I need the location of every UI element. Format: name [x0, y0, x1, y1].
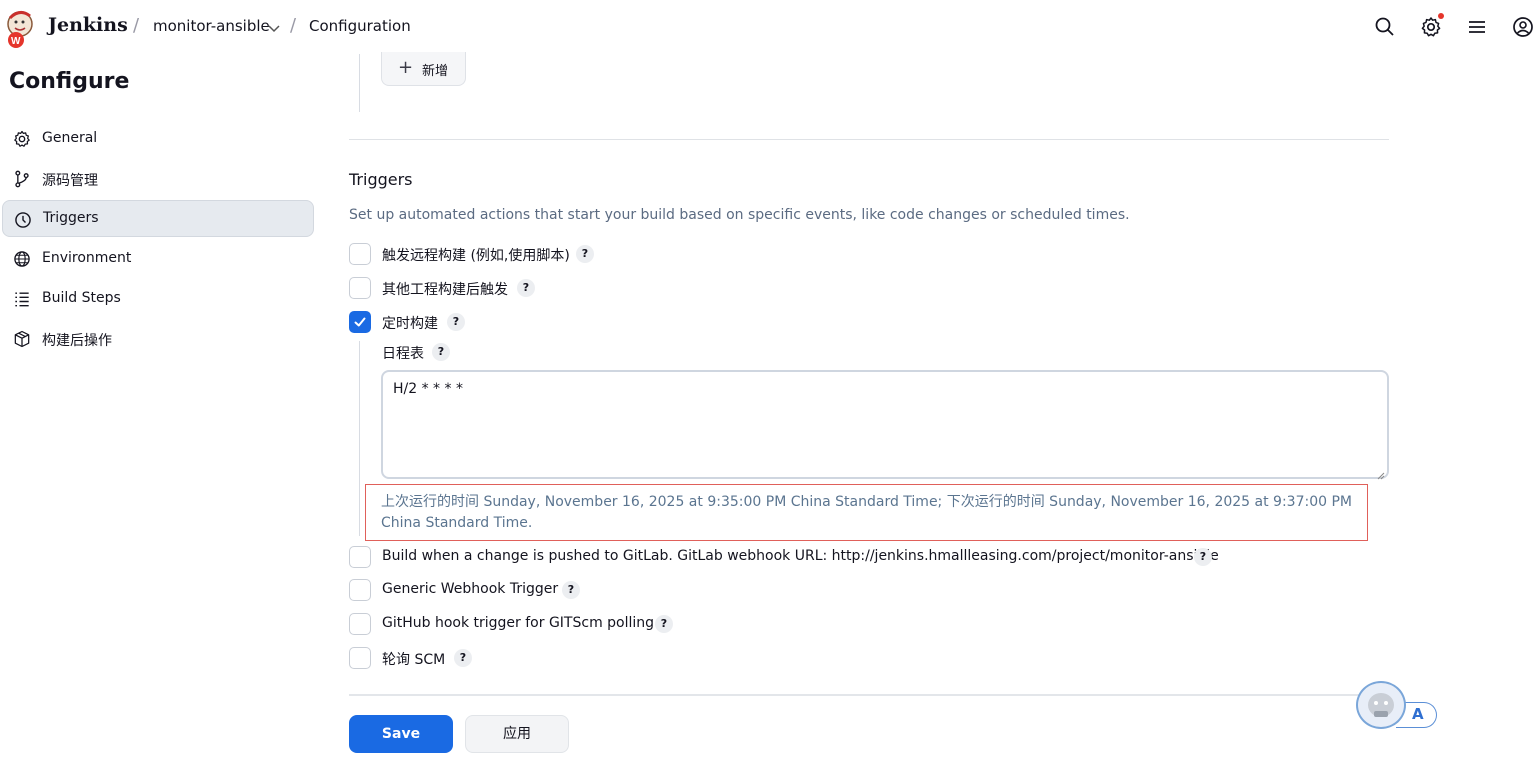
resize-handle-icon[interactable] [1375, 465, 1385, 480]
checkbox-trigger-generic-webhook[interactable] [349, 579, 371, 601]
sidebar-item-build-steps[interactable]: Build Steps [2, 280, 314, 317]
help-icon[interactable]: ? [562, 581, 580, 599]
help-icon[interactable]: ? [454, 649, 472, 667]
help-icon[interactable]: ? [432, 343, 450, 361]
globe-icon [12, 249, 32, 269]
option-label[interactable]: 其他工程构建后触发 [382, 279, 508, 299]
sidebar-item-label: General [42, 130, 98, 146]
jenkins-logo-icon[interactable]: W [2, 8, 36, 48]
schedule-note-highlight: 上次运行的时间 Sunday, November 16, 2025 at 9:3… [365, 484, 1368, 541]
option-label[interactable]: 定时构建 [382, 313, 438, 333]
plus-icon: + [398, 57, 414, 78]
section-description: Set up automated actions that start your… [349, 207, 1130, 223]
help-icon[interactable]: ? [1194, 548, 1212, 566]
help-icon[interactable]: ? [655, 615, 673, 633]
checkmark-icon [354, 317, 366, 327]
list-icon [12, 289, 32, 309]
sidebar-item-post-build[interactable]: 构建后操作 [2, 320, 314, 357]
sidebar-item-label: Build Steps [42, 290, 121, 306]
add-button[interactable]: + 新增 [381, 52, 466, 86]
sidebar-item-triggers[interactable]: Triggers [2, 200, 314, 237]
page-title: Configure [9, 69, 130, 94]
option-label[interactable]: Generic Webhook Trigger [382, 581, 558, 597]
package-icon [12, 329, 32, 349]
gear-icon [12, 129, 32, 149]
option-label[interactable]: 轮询 SCM [382, 649, 445, 669]
assistant-avatar-icon[interactable] [1356, 681, 1406, 729]
checkbox-trigger-after-other[interactable] [349, 277, 371, 299]
brand-name[interactable]: Jenkins [48, 14, 128, 36]
user-avatar-icon[interactable] [1511, 15, 1535, 39]
add-button-label: 新增 [422, 64, 449, 79]
clock-icon [13, 210, 33, 230]
option-label[interactable]: GitHub hook trigger for GITScm polling [382, 615, 654, 631]
checkbox-trigger-poll-scm[interactable] [349, 647, 371, 669]
sidebar-item-environment[interactable]: Environment [2, 240, 314, 277]
breadcrumb-separator: / [133, 15, 140, 36]
schedule-label: 日程表 [382, 346, 424, 362]
nested-indent-line [359, 341, 360, 536]
section-indent-line [359, 54, 360, 112]
breadcrumb-current: Configuration [309, 17, 411, 35]
sidebar-item-label: 构建后操作 [42, 333, 112, 349]
breadcrumb-project[interactable]: monitor-ansible [153, 17, 270, 35]
schedule-value[interactable]: H/2 * * * * [393, 381, 463, 397]
help-icon[interactable]: ? [517, 279, 535, 297]
apply-button[interactable]: 应用 [465, 715, 569, 753]
checkbox-trigger-github-hook[interactable] [349, 613, 371, 635]
footer-divider [349, 694, 1389, 696]
svg-text:W: W [11, 36, 21, 47]
notification-dot [1438, 13, 1444, 19]
help-icon[interactable]: ? [576, 245, 594, 263]
breadcrumb-separator: / [290, 15, 297, 36]
option-label[interactable]: Build when a change is pushed to GitLab.… [382, 548, 1219, 564]
checkbox-trigger-scheduled[interactable] [349, 311, 371, 333]
help-icon[interactable]: ? [447, 313, 465, 331]
menu-icon[interactable] [1465, 15, 1489, 39]
sidebar-item-general[interactable]: General [2, 120, 314, 157]
option-label[interactable]: 触发远程构建 (例如,使用脚本) [382, 245, 570, 265]
checkbox-trigger-gitlab[interactable] [349, 546, 371, 568]
schedule-run-info: 上次运行的时间 Sunday, November 16, 2025 at 9:3… [381, 494, 1352, 531]
save-button[interactable]: Save [349, 715, 453, 753]
git-branch-icon [12, 169, 32, 189]
search-icon[interactable] [1373, 15, 1397, 39]
section-divider [349, 139, 1389, 140]
chevron-down-icon[interactable] [267, 20, 281, 34]
sidebar-item-label: 源码管理 [42, 173, 98, 189]
top-header: W Jenkins / monitor-ansible / Configurat… [0, 0, 1535, 54]
assistant-letter[interactable]: A [1412, 705, 1424, 723]
schedule-textarea[interactable]: H/2 * * * * [381, 370, 1389, 480]
section-title-triggers: Triggers [349, 170, 413, 189]
sidebar-item-label: Triggers [43, 210, 99, 226]
sidebar-item-label: Environment [42, 250, 132, 266]
sidebar-item-source-control[interactable]: 源码管理 [2, 160, 314, 197]
checkbox-trigger-remote[interactable] [349, 243, 371, 265]
